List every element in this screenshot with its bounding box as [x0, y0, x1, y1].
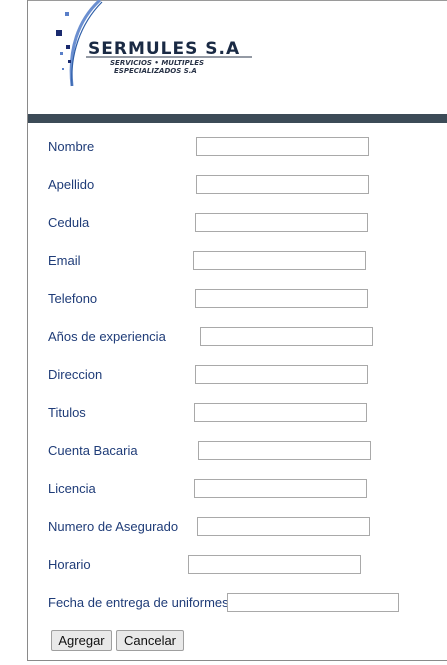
- logo-subtitle-2: ESPECIALIZADOS S.A: [114, 67, 197, 75]
- licencia-input[interactable]: [194, 479, 367, 498]
- label-anos-experiencia: Años de experiencia: [48, 329, 166, 344]
- label-direccion: Direccion: [48, 367, 103, 382]
- label-fecha-entrega-uniformes: Fecha de entrega de uniformes: [48, 595, 229, 610]
- horario-input[interactable]: [188, 555, 361, 574]
- logo-subtitle-1: SERVICIOS • MULTIPLES: [110, 59, 205, 67]
- label-horario: Horario: [48, 557, 91, 572]
- titulos-input[interactable]: [194, 403, 367, 422]
- nombre-input[interactable]: [196, 137, 369, 156]
- cuenta-bancaria-input[interactable]: [198, 441, 371, 460]
- company-logo: SERMULES S.A SERVICIOS • MULTIPLES ESPEC…: [48, 0, 268, 95]
- agregar-button[interactable]: Agregar: [51, 630, 112, 651]
- label-licencia: Licencia: [48, 481, 96, 496]
- label-cuenta-bancaria: Cuenta Bacaria: [48, 443, 138, 458]
- cedula-input[interactable]: [195, 213, 368, 232]
- cancelar-button[interactable]: Cancelar: [116, 630, 184, 651]
- label-email: Email: [48, 253, 81, 268]
- label-numero-asegurado: Numero de Asegurado: [48, 519, 179, 534]
- header-divider-band: [28, 114, 447, 123]
- label-cedula: Cedula: [48, 215, 90, 230]
- logo-company-name: SERMULES S.A: [88, 39, 241, 59]
- direccion-input[interactable]: [195, 365, 368, 384]
- numero-asegurado-input[interactable]: [197, 517, 370, 536]
- fecha-entrega-uniformes-input[interactable]: [227, 593, 399, 612]
- label-nombre: Nombre: [48, 139, 95, 154]
- email-input[interactable]: [193, 251, 366, 270]
- telefono-input[interactable]: [195, 289, 368, 308]
- apellido-input[interactable]: [196, 175, 369, 194]
- frame-bottom-border: [27, 660, 447, 661]
- anos-experiencia-input[interactable]: [200, 327, 373, 346]
- label-telefono: Telefono: [48, 291, 98, 306]
- label-apellido: Apellido: [48, 177, 95, 192]
- frame-left-border: [27, 0, 28, 661]
- label-titulos: Titulos: [48, 405, 86, 420]
